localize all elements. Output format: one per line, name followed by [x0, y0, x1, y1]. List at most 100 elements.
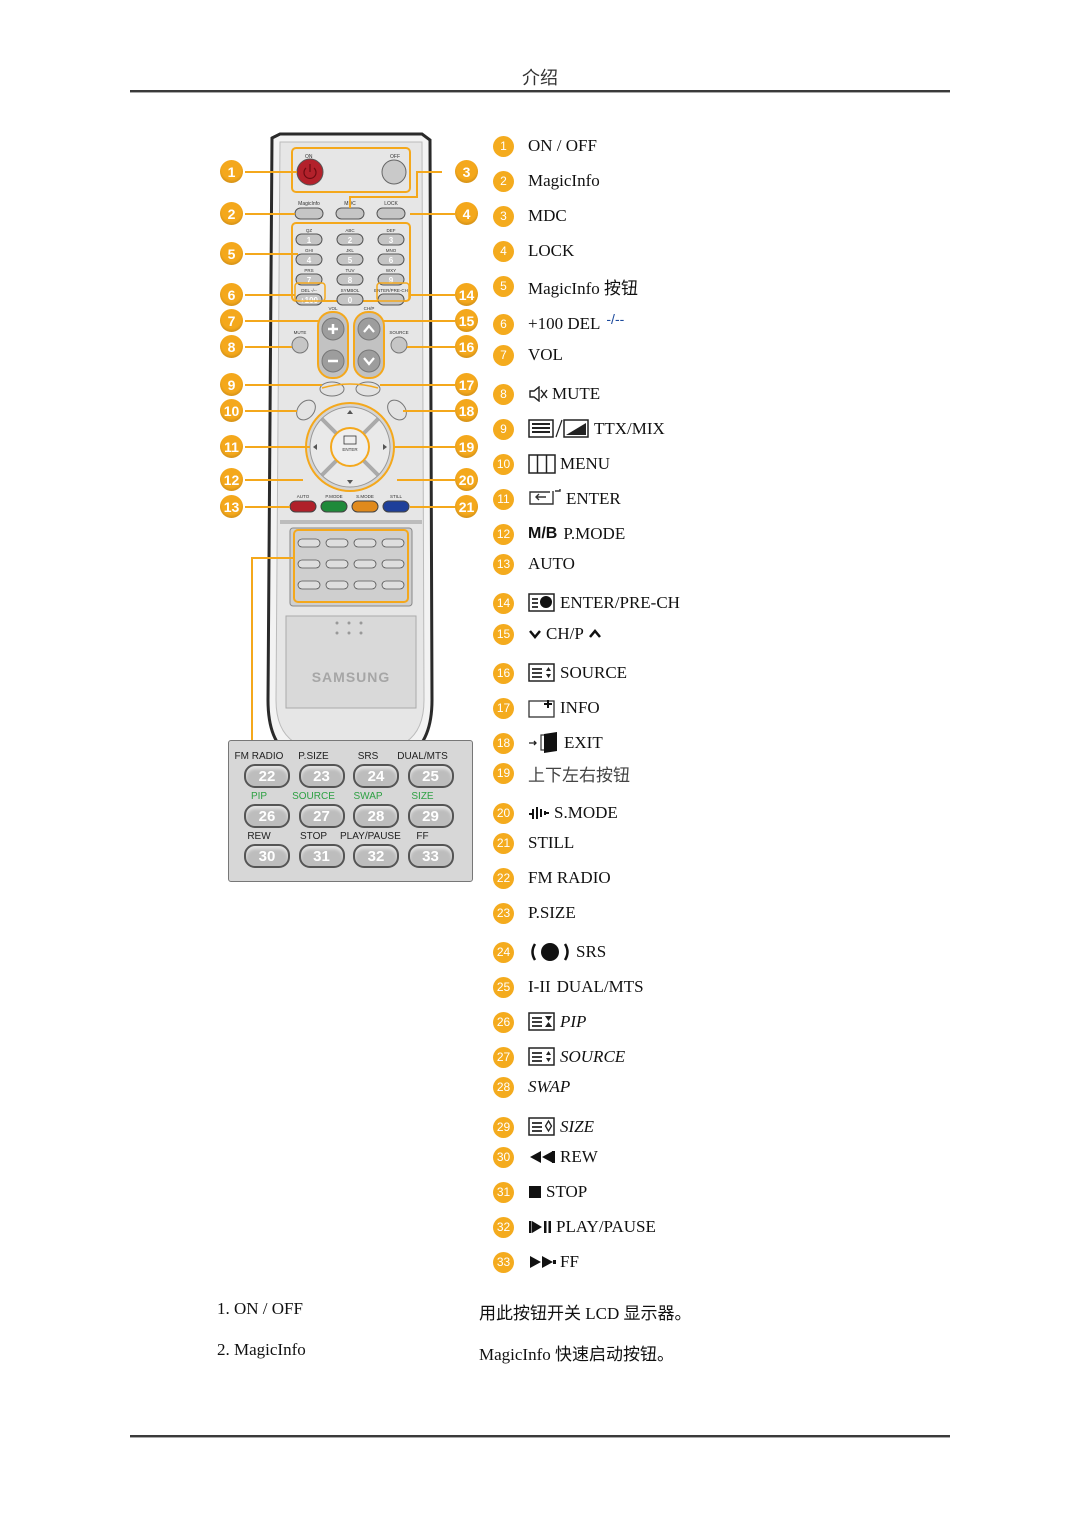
callout-badge: 2: [220, 202, 243, 225]
vol-label: VOL: [328, 306, 338, 311]
rocker-button: [357, 349, 381, 373]
off-label: OFF: [390, 154, 400, 160]
legend-label: MagicInfo 按钮: [528, 278, 639, 298]
legend-number-badge: 26: [493, 1011, 514, 1033]
color-key-s-mode: [351, 500, 379, 513]
ttx-mix-icon: [528, 419, 590, 439]
legend-number-badge: 14: [493, 592, 514, 614]
legend-label: TTX/MIX: [594, 419, 665, 438]
grid-key-label: FF: [416, 831, 429, 842]
menu-icon: [528, 454, 556, 474]
callout-badge: 4: [455, 202, 478, 225]
legend-number-badge: 11: [493, 488, 514, 510]
fast-forward-icon: [528, 1255, 556, 1269]
grid-key-26: 26: [244, 804, 290, 828]
description-row: 2. MagicInfo MagicInfo 快速启动按钮。: [217, 1340, 674, 1364]
legend-item: 19 上下左右按钮: [493, 760, 630, 786]
page-title: 介绍: [522, 68, 558, 89]
s-mode-icon: [528, 805, 550, 821]
grid-key-30: 30: [244, 844, 290, 868]
grid-key-label: SRS: [357, 751, 379, 762]
legend-number-badge: 12: [493, 523, 514, 545]
legend-label: SOURCE: [560, 663, 628, 682]
callout-badge: 1: [220, 160, 243, 183]
legend-label: INFO: [560, 698, 600, 717]
legend-item: 28 SWAP: [493, 1074, 570, 1100]
callout-badge: 11: [220, 435, 243, 458]
legend-number-badge: 15: [493, 623, 514, 645]
number-key-letters: ABC: [345, 228, 355, 233]
legend-item: 11 ENTER: [493, 486, 621, 512]
play-pause-icon: [528, 1220, 552, 1234]
number-key-letters: QZ: [306, 228, 313, 233]
legend-label: VOL: [528, 345, 563, 364]
legend-label: P.MODE: [563, 524, 626, 543]
number-key-letters: WXY: [386, 268, 396, 273]
grid-key-31: 31: [298, 844, 345, 868]
mini-key: [297, 580, 321, 590]
samsung-logo: SAMSUNG: [312, 669, 391, 685]
footer-divider: [130, 1435, 950, 1438]
number-key-letters: MNO: [386, 248, 397, 253]
callout-badge: 10: [220, 399, 243, 422]
legend-number-badge: 21: [493, 832, 514, 854]
legend-number-badge: 20: [493, 802, 514, 824]
legend-number-badge: 28: [493, 1076, 514, 1098]
callout-badge: 7: [220, 309, 243, 332]
callout-badge: 19: [455, 435, 478, 458]
info-icon: [528, 698, 556, 718]
grid-key-27: 27: [298, 804, 345, 828]
legend-label: FM RADIO: [528, 868, 611, 887]
del-dash-glyph: -/--: [606, 311, 625, 327]
color-key-still: [382, 500, 410, 513]
legend-label: SIZE: [560, 1117, 594, 1136]
legend-number-badge: 3: [493, 205, 514, 227]
color-key-label: AUTO: [297, 494, 310, 499]
mute-label: MUTE: [294, 330, 307, 335]
rewind-icon: [528, 1150, 556, 1164]
legend-label: ENTER/PRE-CH: [560, 593, 680, 612]
grid-key-28: 28: [353, 804, 399, 828]
legend-label: ON / OFF: [528, 136, 597, 155]
remote-key-magicinfo: [294, 207, 324, 220]
mini-key: [353, 559, 377, 569]
legend-number-badge: 24: [493, 941, 514, 963]
mini-key: [325, 559, 349, 569]
legend-item: 1 ON / OFF: [493, 133, 597, 159]
mb-icon: M/B: [528, 525, 558, 542]
grid-key-label: DUAL/MTS: [397, 751, 448, 762]
color-key-auto: [289, 500, 317, 513]
header-divider: [130, 90, 950, 93]
off-button: [381, 159, 407, 185]
legend-item: 6 +100 DEL -/--: [493, 311, 624, 337]
pip-icon: [528, 1012, 556, 1032]
legend-label: EXIT: [564, 733, 603, 752]
legend-item: 10 MENU: [493, 451, 610, 477]
legend-label: ENTER: [566, 489, 621, 508]
mini-key: [297, 559, 321, 569]
description-text: 用此按钮开关 LCD 显示器。: [479, 1304, 692, 1323]
chevron-down-icon: [528, 628, 542, 640]
grid-key-label: SIZE: [411, 791, 434, 802]
legend-item: 4 LOCK: [493, 238, 574, 264]
callout-badge: 6: [220, 283, 243, 306]
number-key-digit: 6: [389, 256, 394, 265]
legend-number-badge: 4: [493, 240, 514, 262]
number-key-letters: JKL: [346, 248, 354, 253]
callout-badge: 20: [455, 468, 478, 491]
number-key-digit: 4: [307, 256, 312, 265]
ir-dot: [335, 631, 339, 635]
legend-label: DUAL/MTS: [556, 977, 644, 996]
enter-icon: [528, 489, 562, 509]
legend-item: 20 S.MODE: [493, 800, 618, 826]
callout-badge: 9: [220, 373, 243, 396]
legend-item: 32 PLAY/PAUSE: [493, 1214, 656, 1240]
legend-label: MagicInfo: [528, 171, 600, 190]
mini-key: [353, 538, 377, 548]
legend-item: 31 STOP: [493, 1179, 587, 1205]
legend-label: S.MODE: [554, 803, 618, 822]
legend-number-badge: 18: [493, 732, 514, 754]
legend-item: 24 SRS: [493, 939, 606, 965]
top-lock-label: LOCK: [384, 201, 398, 207]
legend-item: 29 SIZE: [493, 1114, 594, 1140]
